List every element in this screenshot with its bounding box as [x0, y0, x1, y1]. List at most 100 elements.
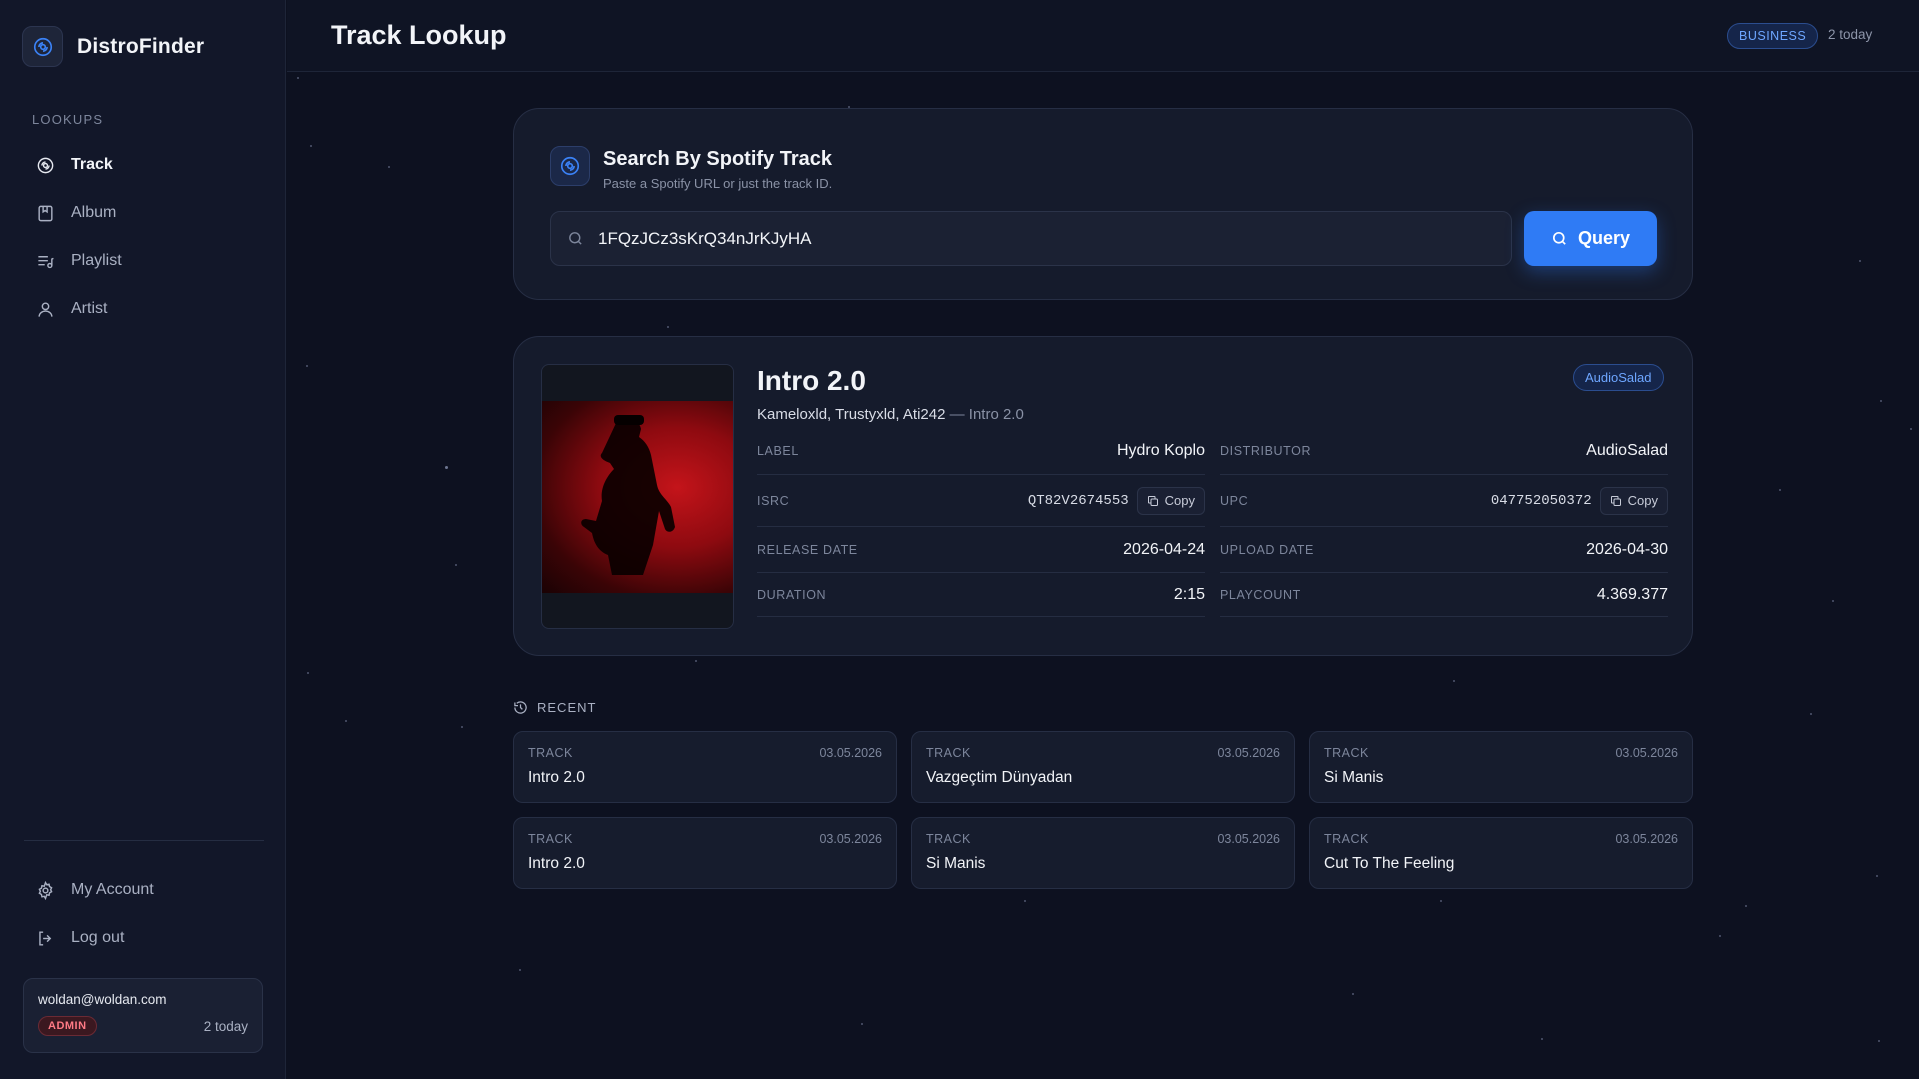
top-header: Track Lookup BUSINESS 2 today	[287, 0, 1919, 72]
recent-item-date: 03.05.2026	[1615, 746, 1678, 760]
search-title: Search By Spotify Track	[603, 148, 832, 170]
copy-icon	[1610, 495, 1621, 506]
recent-header: RECENT	[513, 700, 596, 715]
recent-item-date: 03.05.2026	[1217, 832, 1280, 846]
sidebar: DistroFinder LOOKUPS Track Album Playlis…	[0, 0, 286, 1079]
search-input[interactable]	[598, 228, 1498, 249]
gear-icon	[38, 880, 53, 900]
field-value: 2026-04-30	[1586, 540, 1668, 558]
recent-item-type: TRACK	[926, 832, 971, 846]
field-label: DURATION	[757, 587, 827, 602]
field-value: 2026-04-24	[1123, 540, 1205, 558]
meta-column-right: DISTRIBUTOR AudioSalad UPC 047752050372 …	[1220, 427, 1668, 617]
user-icon	[38, 301, 53, 317]
meta-row-upc: UPC 047752050372 Copy	[1220, 475, 1668, 527]
recent-item-date: 03.05.2026	[819, 832, 882, 846]
copy-icon	[1147, 495, 1158, 506]
sidebar-item-label: Playlist	[71, 252, 122, 269]
recent-item-title: Si Manis	[1324, 769, 1384, 786]
recent-item-date: 03.05.2026	[1615, 832, 1678, 846]
sidebar-item-album[interactable]: Album	[24, 189, 264, 237]
my-account-link[interactable]: My Account	[24, 866, 264, 914]
isrc-value: QT82V2674553	[1027, 492, 1129, 509]
meta-row-upload-date: UPLOAD DATE 2026-04-30	[1220, 527, 1668, 573]
recent-list: TRACK 03.05.2026 Intro 2.0 TRACK 03.05.202…	[513, 731, 1693, 889]
search-icon	[569, 232, 582, 245]
role-badge: ADMIN	[38, 1016, 97, 1036]
recent-item-title: Si Manis	[926, 855, 986, 872]
field-value: Hydro Koplo	[1116, 441, 1205, 459]
field-value: 2:15	[1173, 585, 1205, 603]
track-title: Intro 2.0	[757, 365, 866, 396]
album-cover	[541, 364, 734, 629]
meta-row-playcount: PLAYCOUNT 4.369.377	[1220, 573, 1668, 617]
cover-art-image	[542, 401, 733, 593]
recent-item[interactable]: TRACK 03.05.2026 Si Manis	[911, 817, 1295, 889]
recent-item-title: Intro 2.0	[528, 855, 585, 872]
field-label: PLAYCOUNT	[1220, 587, 1301, 602]
sidebar-item-label: Album	[71, 204, 117, 221]
field-value: AudioSalad	[1586, 441, 1668, 459]
field-label: UPC	[1220, 493, 1249, 508]
recent-item-title: Cut To The Feeling	[1324, 855, 1455, 872]
logout-link[interactable]: Log out	[24, 914, 264, 962]
account-email: woldan@woldan.com	[38, 992, 167, 1007]
logout-icon	[39, 930, 52, 946]
search-subtitle: Paste a Spotify URL or just the track ID…	[603, 176, 833, 191]
nav-section-label: LOOKUPS	[32, 112, 104, 127]
copy-upc-button[interactable]: Copy	[1599, 486, 1668, 515]
brand[interactable]: DistroFinder	[22, 26, 204, 67]
recent-item[interactable]: TRACK 03.05.2026 Intro 2.0	[513, 731, 897, 803]
sidebar-item-track[interactable]: Track	[24, 141, 264, 189]
recent-item-date: 03.05.2026	[819, 746, 882, 760]
brand-logo-icon	[22, 26, 63, 67]
recent-item[interactable]: TRACK 03.05.2026 Vazgeçtim Dünyadan	[911, 731, 1295, 803]
sidebar-item-label: Artist	[71, 300, 108, 317]
recent-item-type: TRACK	[926, 746, 971, 760]
sidebar-bottom-nav: My Account Log out	[24, 866, 264, 962]
query-button-label: Query	[1577, 228, 1631, 248]
track-artists-line: Kameloxld, Trustyxld, Ati242 — Intro 2.0	[757, 406, 1024, 423]
spotify-track-icon	[550, 146, 590, 186]
copy-isrc-button[interactable]: Copy	[1136, 486, 1205, 515]
track-album: Intro 2.0	[968, 406, 1024, 423]
playlist-icon	[38, 255, 54, 268]
account-card[interactable]: woldan@woldan.com ADMIN 2 today	[23, 978, 263, 1053]
album-icon	[38, 205, 53, 221]
search-field[interactable]	[550, 211, 1512, 266]
field-label: UPLOAD DATE	[1220, 542, 1314, 557]
recent-item-type: TRACK	[1324, 746, 1369, 760]
recent-item-date: 03.05.2026	[1217, 746, 1280, 760]
copy-label: Copy	[1164, 493, 1195, 508]
app-name: DistroFinder	[77, 34, 205, 58]
sidebar-item-playlist[interactable]: Playlist	[24, 237, 264, 285]
meta-row-release-date: RELEASE DATE 2026-04-24	[757, 527, 1205, 573]
sidebar-item-label: Track	[71, 156, 113, 173]
header-usage: 2 today	[1828, 27, 1873, 42]
account-usage: 2 today	[203, 1018, 248, 1034]
my-account-label: My Account	[71, 881, 154, 898]
meta-row-distributor: DISTRIBUTOR AudioSalad	[1220, 427, 1668, 475]
upc-value: 047752050372	[1490, 492, 1592, 509]
field-label: ISRC	[757, 493, 790, 508]
meta-column-left: LABEL Hydro Koplo ISRC QT82V2674553 Copy…	[757, 427, 1205, 617]
recent-item[interactable]: TRACK 03.05.2026 Si Manis	[1309, 731, 1693, 803]
recent-item-type: TRACK	[528, 832, 573, 846]
sidebar-item-artist[interactable]: Artist	[24, 285, 264, 333]
field-label: DISTRIBUTOR	[1220, 443, 1312, 458]
search-card: Search By Spotify Track Paste a Spotify …	[513, 108, 1693, 300]
recent-label: RECENT	[537, 700, 597, 715]
sidebar-nav: Track Album Playlist Artist	[24, 141, 264, 333]
track-result-card: Intro 2.0 Kameloxld, Trustyxld, Ati242 —…	[513, 336, 1693, 656]
meta-row-label: LABEL Hydro Koplo	[757, 427, 1205, 475]
query-button[interactable]: Query	[1524, 211, 1657, 266]
sidebar-divider	[24, 840, 264, 841]
recent-item[interactable]: TRACK 03.05.2026 Intro 2.0	[513, 817, 897, 889]
track-artists: Kameloxld, Trustyxld, Ati242	[757, 406, 946, 423]
recent-item[interactable]: TRACK 03.05.2026 Cut To The Feeling	[1309, 817, 1693, 889]
field-label: RELEASE DATE	[757, 542, 858, 557]
field-value: 4.369.377	[1596, 585, 1668, 603]
artists-separator: —	[949, 406, 965, 423]
plan-badge: BUSINESS	[1727, 23, 1819, 49]
history-icon	[514, 701, 527, 714]
